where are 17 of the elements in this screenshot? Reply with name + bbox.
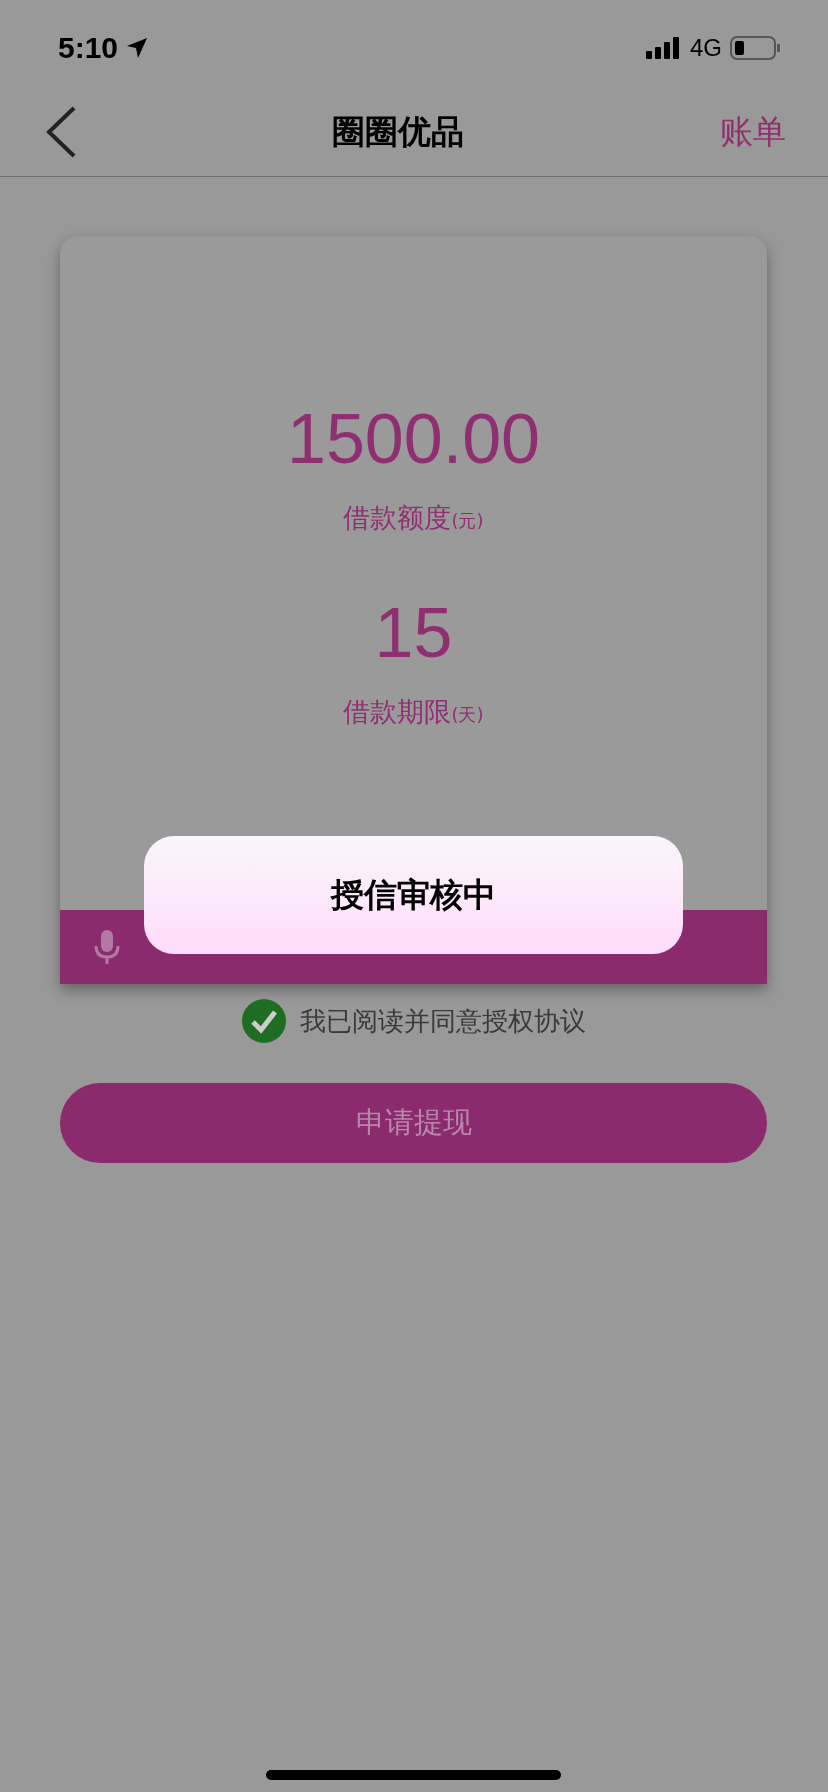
status-time: 5:10 bbox=[58, 31, 119, 65]
battery-icon bbox=[730, 36, 780, 60]
loan-amount: 1500.00 bbox=[286, 404, 540, 474]
microphone-icon bbox=[94, 930, 120, 964]
loan-term: 15 bbox=[374, 598, 453, 668]
back-icon[interactable] bbox=[46, 106, 76, 158]
toast-message: 授信审核中 bbox=[331, 873, 496, 916]
agreement-text: 我已阅读并同意授权协议 bbox=[300, 1004, 586, 1038]
checkbox[interactable] bbox=[242, 999, 286, 1043]
location-arrow-icon bbox=[126, 37, 149, 59]
page-title: 圈圈优品 bbox=[331, 110, 465, 153]
amount-label: 借款额度(元) bbox=[343, 501, 484, 535]
term-label: 借款期限(天) bbox=[343, 695, 484, 729]
network-label: 4G bbox=[690, 34, 722, 62]
bill-link[interactable]: 账单 bbox=[720, 109, 786, 155]
withdraw-button[interactable]: 申请提现 bbox=[60, 1083, 767, 1163]
signal-icon bbox=[646, 37, 682, 59]
